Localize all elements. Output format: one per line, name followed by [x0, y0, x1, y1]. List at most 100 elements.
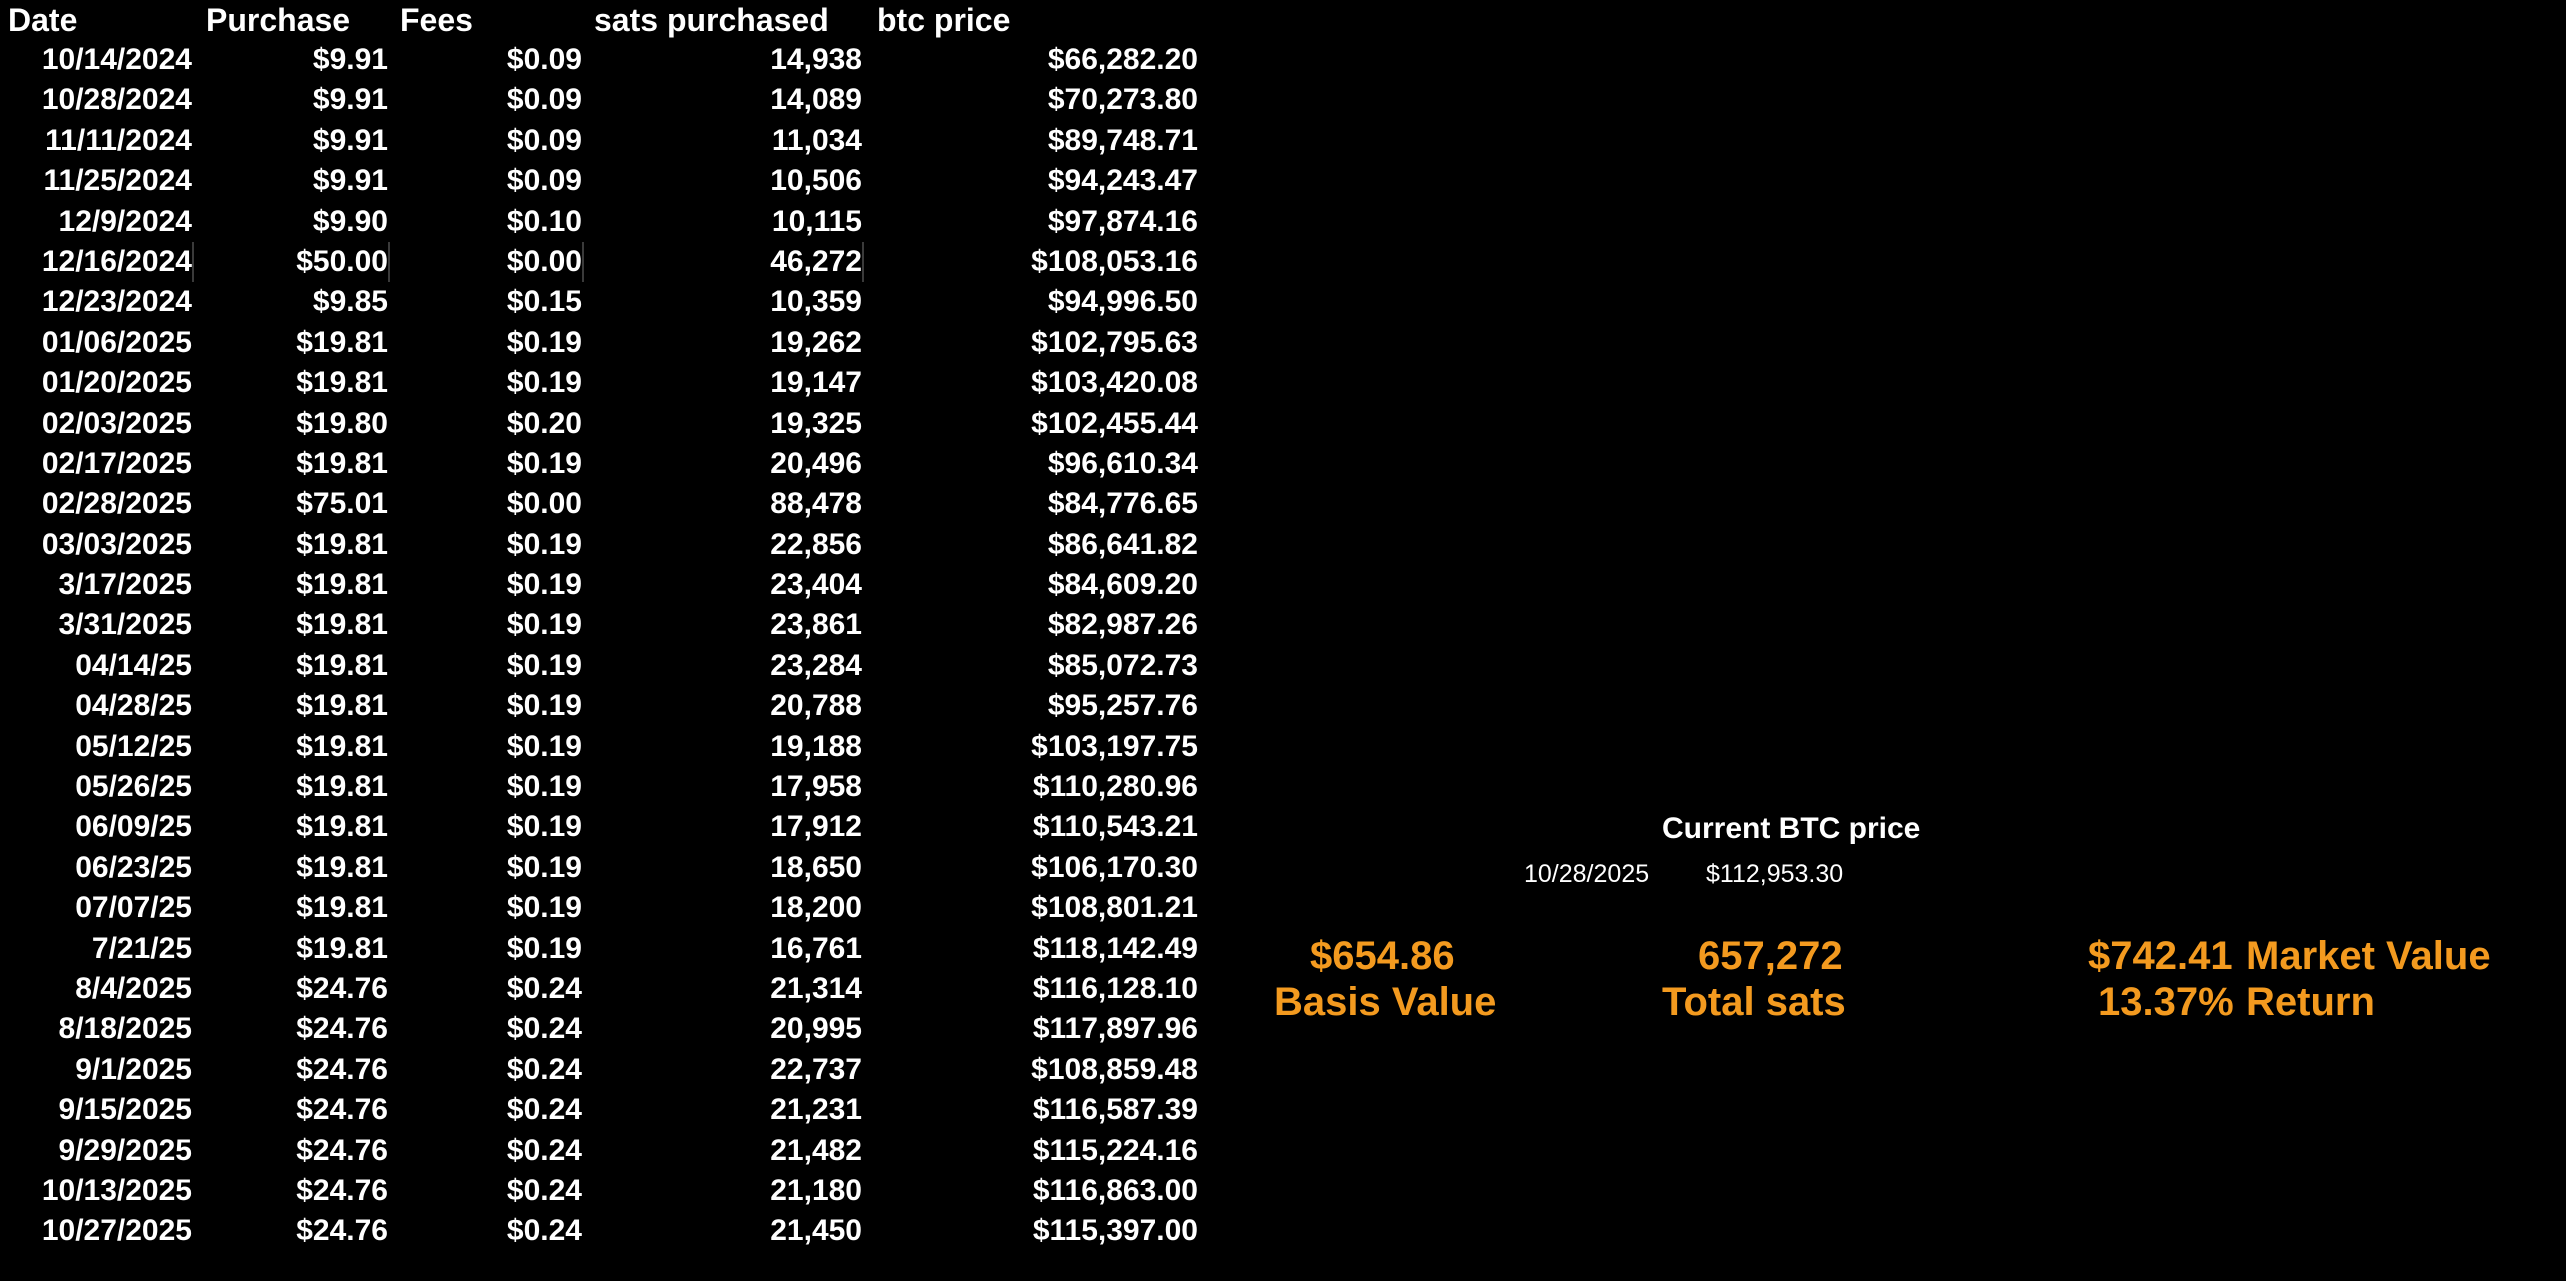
sats-cell[interactable]: 11,034: [586, 121, 862, 161]
btc-price-cell[interactable]: $85,072.73: [866, 646, 1198, 686]
fees-cell[interactable]: $0.19: [392, 444, 582, 484]
btc-price-cell[interactable]: $115,224.16: [866, 1131, 1198, 1171]
date-cell[interactable]: 7/21/25: [0, 929, 192, 969]
purchase-cell[interactable]: $9.91: [194, 80, 388, 120]
purchase-cell[interactable]: $24.76: [194, 1131, 388, 1171]
date-cell[interactable]: 01/20/2025: [0, 363, 192, 403]
purchase-cell[interactable]: $9.90: [194, 202, 388, 242]
date-cell[interactable]: 06/23/25: [0, 848, 192, 888]
sats-cell[interactable]: 22,856: [586, 525, 862, 565]
sats-cell[interactable]: 21,450: [586, 1211, 862, 1251]
btc-price-cell[interactable]: $96,610.34: [866, 444, 1198, 484]
fees-cell[interactable]: $0.24: [392, 1131, 582, 1171]
fees-cell[interactable]: $0.19: [392, 363, 582, 403]
fees-cell[interactable]: $0.15: [392, 282, 582, 322]
fees-cell[interactable]: $0.09: [392, 121, 582, 161]
fees-cell[interactable]: $0.19: [392, 929, 582, 969]
header-purchase[interactable]: Purchase: [206, 0, 350, 40]
purchase-cell[interactable]: $19.81: [194, 605, 388, 645]
date-cell[interactable]: 10/27/2025: [0, 1211, 192, 1251]
sats-cell[interactable]: 19,147: [586, 363, 862, 403]
sats-cell[interactable]: 20,788: [586, 686, 862, 726]
sats-cell[interactable]: 19,325: [586, 404, 862, 444]
sats-cell[interactable]: 22,737: [586, 1050, 862, 1090]
btc-price-cell[interactable]: $108,053.16: [866, 242, 1198, 282]
btc-price-cell[interactable]: $66,282.20: [866, 40, 1198, 80]
purchase-cell[interactable]: $19.81: [194, 929, 388, 969]
fees-cell[interactable]: $0.19: [392, 605, 582, 645]
btc-price-cell[interactable]: $108,801.21: [866, 888, 1198, 928]
purchase-cell[interactable]: $24.76: [194, 1009, 388, 1049]
btc-price-cell[interactable]: $95,257.76: [866, 686, 1198, 726]
fees-cell[interactable]: $0.00: [392, 484, 582, 524]
sats-cell[interactable]: 46,272: [586, 241, 864, 283]
purchase-cell[interactable]: $19.81: [194, 727, 388, 767]
purchase-cell[interactable]: $24.76: [194, 969, 388, 1009]
btc-price-cell[interactable]: $116,863.00: [866, 1171, 1198, 1211]
market-value-label[interactable]: Market Value: [2246, 934, 2491, 979]
total-sats-amount[interactable]: 657,272: [1698, 934, 1843, 979]
btc-price-cell[interactable]: $94,243.47: [866, 161, 1198, 201]
fees-cell[interactable]: $0.19: [392, 686, 582, 726]
purchase-cell[interactable]: $19.81: [194, 767, 388, 807]
fees-cell[interactable]: $0.24: [392, 1211, 582, 1251]
date-cell[interactable]: 9/1/2025: [0, 1050, 192, 1090]
fees-cell[interactable]: $0.09: [392, 161, 582, 201]
sats-cell[interactable]: 10,359: [586, 282, 862, 322]
purchase-cell[interactable]: $9.91: [194, 161, 388, 201]
date-cell[interactable]: 02/28/2025: [0, 484, 192, 524]
header-fees[interactable]: Fees: [400, 0, 473, 40]
btc-price-cell[interactable]: $108,859.48: [866, 1050, 1198, 1090]
date-cell[interactable]: 10/14/2024: [0, 40, 192, 80]
btc-price-cell[interactable]: $102,455.44: [866, 404, 1198, 444]
date-cell[interactable]: 05/12/25: [0, 727, 192, 767]
market-value-amount[interactable]: $742.41: [2088, 934, 2233, 979]
header-sats-purchased[interactable]: sats purchased: [594, 0, 829, 40]
fees-cell[interactable]: $0.09: [392, 40, 582, 80]
fees-cell[interactable]: $0.24: [392, 1090, 582, 1130]
purchase-cell[interactable]: $19.81: [194, 525, 388, 565]
current-date-cell[interactable]: 10/28/2025: [1524, 860, 1649, 889]
btc-price-cell[interactable]: $106,170.30: [866, 848, 1198, 888]
btc-price-cell[interactable]: $82,987.26: [866, 605, 1198, 645]
btc-price-cell[interactable]: $110,543.21: [866, 807, 1198, 847]
sats-cell[interactable]: 17,912: [586, 807, 862, 847]
sats-cell[interactable]: 23,284: [586, 646, 862, 686]
purchase-cell[interactable]: $19.81: [194, 323, 388, 363]
sats-cell[interactable]: 16,761: [586, 929, 862, 969]
date-cell[interactable]: 04/28/25: [0, 686, 192, 726]
sats-cell[interactable]: 21,314: [586, 969, 862, 1009]
return-label[interactable]: Return: [2246, 980, 2375, 1025]
purchase-cell[interactable]: $19.81: [194, 848, 388, 888]
fees-cell[interactable]: $0.00: [392, 241, 584, 283]
fees-cell[interactable]: $0.24: [392, 1171, 582, 1211]
btc-price-cell[interactable]: $102,795.63: [866, 323, 1198, 363]
sats-cell[interactable]: 19,262: [586, 323, 862, 363]
basis-value-label[interactable]: Basis Value: [1274, 980, 1496, 1025]
purchase-cell[interactable]: $19.81: [194, 888, 388, 928]
purchase-cell[interactable]: $19.81: [194, 444, 388, 484]
purchase-cell[interactable]: $19.81: [194, 686, 388, 726]
fees-cell[interactable]: $0.10: [392, 202, 582, 242]
fees-cell[interactable]: $0.19: [392, 646, 582, 686]
fees-cell[interactable]: $0.19: [392, 525, 582, 565]
btc-price-cell[interactable]: $116,587.39: [866, 1090, 1198, 1130]
purchase-cell[interactable]: $19.81: [194, 565, 388, 605]
sats-cell[interactable]: 17,958: [586, 767, 862, 807]
date-cell[interactable]: 05/26/25: [0, 767, 192, 807]
fees-cell[interactable]: $0.19: [392, 888, 582, 928]
purchase-cell[interactable]: $24.76: [194, 1090, 388, 1130]
date-cell[interactable]: 01/06/2025: [0, 323, 192, 363]
fees-cell[interactable]: $0.09: [392, 80, 582, 120]
date-cell[interactable]: 11/11/2024: [0, 121, 192, 161]
btc-price-cell[interactable]: $89,748.71: [866, 121, 1198, 161]
fees-cell[interactable]: $0.19: [392, 565, 582, 605]
btc-price-cell[interactable]: $86,641.82: [866, 525, 1198, 565]
sats-cell[interactable]: 19,188: [586, 727, 862, 767]
current-price-cell[interactable]: $112,953.30: [1706, 860, 1843, 889]
sats-cell[interactable]: 18,200: [586, 888, 862, 928]
date-cell[interactable]: 3/31/2025: [0, 605, 192, 645]
sats-cell[interactable]: 23,404: [586, 565, 862, 605]
fees-cell[interactable]: $0.19: [392, 323, 582, 363]
date-cell[interactable]: 12/23/2024: [0, 282, 192, 322]
